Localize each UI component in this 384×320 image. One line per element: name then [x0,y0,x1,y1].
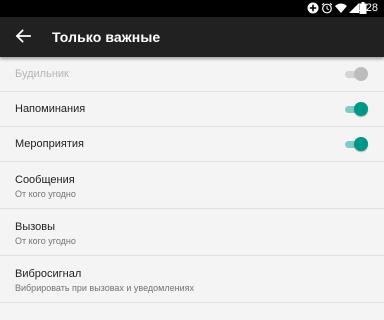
setting-calls-label: Вызовы [15,221,56,233]
settings-list: Будильник Напоминания Мероприятия Сообще… [0,57,384,303]
setting-messages-summary: От кого угодно [15,189,76,199]
wifi-icon [335,3,347,13]
arrow-back-icon[interactable] [12,25,34,47]
app-bar: Только важные [0,17,384,57]
setting-calls[interactable]: Вызовы От кого угодно [0,209,384,256]
status-time: 1:28 [356,2,378,14]
events-toggle[interactable] [345,137,368,151]
setting-alarms: Будильник [0,57,384,92]
setting-calls-summary: От кого угодно [15,236,76,246]
setting-alarms-label: Будильник [15,68,69,80]
events-toggle-thumb [354,137,368,151]
alarms-toggle-thumb [354,67,368,81]
reminders-toggle-thumb [354,102,368,116]
setting-vibration-label: Вибросигнал [15,268,82,280]
setting-reminders-label: Напоминания [15,103,86,115]
setting-events[interactable]: Мероприятия [0,127,384,162]
status-bar: 1:28 [0,0,384,17]
setting-messages[interactable]: Сообщения От кого угодно [0,162,384,209]
setting-messages-label: Сообщения [15,174,75,186]
alarm-icon [321,2,333,14]
setting-reminders[interactable]: Напоминания [0,92,384,127]
add-circle-icon [307,2,319,14]
setting-events-label: Мероприятия [15,138,84,150]
page-title: Только важные [52,29,161,45]
reminders-toggle[interactable] [345,102,368,116]
alarms-toggle [345,67,368,81]
setting-vibration[interactable]: Вибросигнал Вибрировать при вызовах и ув… [0,256,384,303]
setting-vibration-summary: Вибрировать при вызовах и уведомлениях [15,283,194,293]
